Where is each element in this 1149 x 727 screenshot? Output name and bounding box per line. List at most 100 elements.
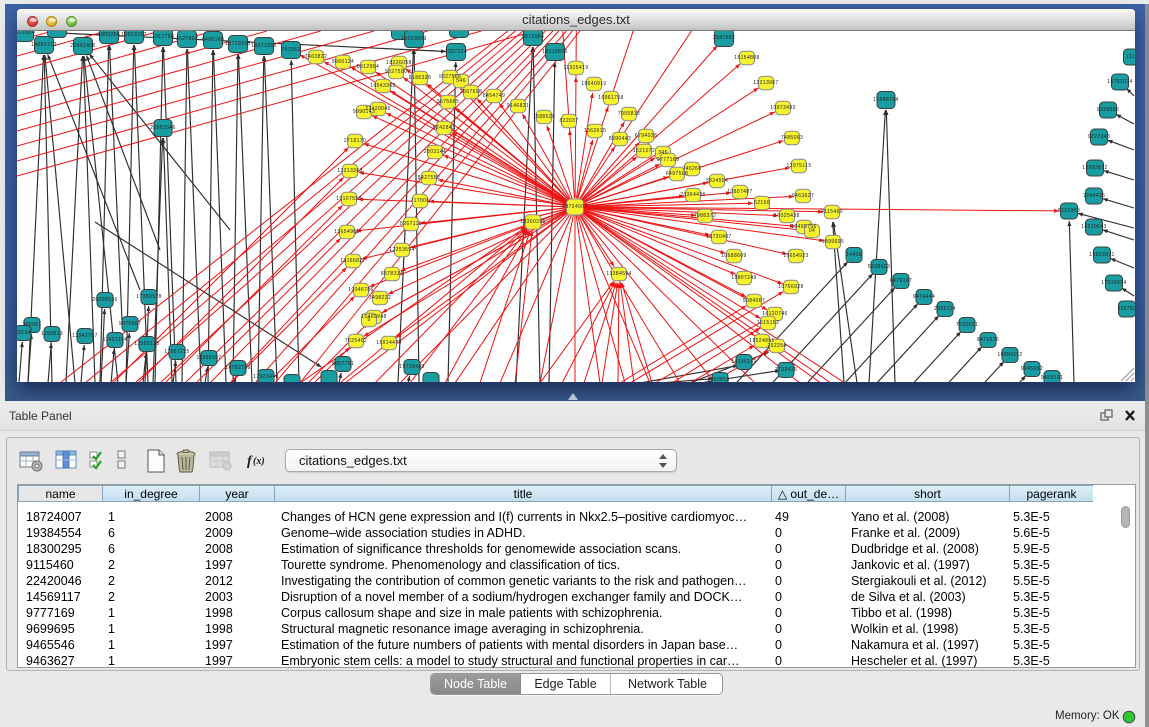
svg-text:17957225: 17957225 — [164, 349, 189, 355]
svg-text:19654905: 19654905 — [334, 229, 359, 235]
svg-text:9857791: 9857791 — [332, 361, 354, 367]
svg-text:20206536: 20206536 — [92, 297, 117, 303]
svg-text:18226058: 18226058 — [386, 60, 411, 66]
svg-text:8878334: 8878334 — [381, 271, 403, 277]
svg-text:19654923: 19654923 — [783, 253, 808, 259]
svg-text:7357224: 7357224 — [445, 49, 467, 55]
svg-text:116753: 116753 — [1118, 306, 1135, 312]
svg-text:16154808: 16154808 — [734, 55, 759, 61]
svg-text:10654112: 10654112 — [997, 352, 1022, 358]
svg-text:10756928: 10756928 — [778, 284, 803, 290]
svg-text:16782759: 16782759 — [225, 365, 250, 371]
svg-text:16033809: 16033809 — [401, 36, 426, 42]
svg-text:14136141: 14136141 — [731, 359, 756, 365]
svg-text:9227343: 9227343 — [1088, 134, 1110, 140]
svg-text:16543362: 16543362 — [370, 83, 395, 89]
svg-text:3824554: 3824554 — [706, 178, 728, 184]
svg-text:3675685: 3675685 — [437, 99, 459, 105]
svg-text:10688609: 10688609 — [721, 253, 746, 259]
svg-text:6466160: 6466160 — [202, 37, 224, 43]
svg-text:11325419: 11325419 — [563, 65, 588, 71]
svg-text:15409948: 15409948 — [361, 314, 386, 320]
svg-text:1156819: 1156819 — [41, 331, 63, 337]
svg-text:16671355: 16671355 — [251, 43, 276, 49]
svg-text:1733426: 1733426 — [775, 367, 797, 373]
svg-text:7986372: 7986372 — [694, 213, 716, 219]
svg-text:9084067: 9084067 — [743, 298, 765, 304]
svg-text:9975867: 9975867 — [119, 321, 141, 327]
svg-text:8990443: 8990443 — [609, 136, 631, 142]
svg-text:19166827: 19166827 — [340, 258, 365, 264]
svg-text:9245652: 9245652 — [1021, 366, 1043, 372]
svg-text:6497568: 6497568 — [666, 171, 688, 177]
svg-text:9474444: 9474444 — [913, 294, 935, 300]
svg-text:12213363: 12213363 — [337, 168, 362, 174]
svg-text:16648784: 16648784 — [873, 97, 898, 103]
svg-text:7632621: 7632621 — [956, 322, 978, 328]
svg-text:950816: 950816 — [710, 377, 729, 382]
svg-text:20953346: 20953346 — [150, 125, 175, 131]
svg-text:2718170: 2718170 — [344, 138, 366, 144]
svg-text:18300295: 18300295 — [520, 219, 545, 225]
svg-text:11451194: 11451194 — [103, 337, 128, 343]
svg-text:12505135: 12505135 — [134, 341, 159, 347]
svg-text:9: 9 — [367, 317, 370, 323]
svg-text:7485063: 7485063 — [781, 135, 803, 141]
svg-text:12213967: 12213967 — [753, 80, 778, 86]
svg-text:1317798: 1317798 — [152, 34, 174, 40]
svg-text:546: 546 — [456, 78, 466, 84]
svg-text:17016504: 17016504 — [1101, 280, 1126, 286]
svg-text:16107553: 16107553 — [336, 196, 361, 202]
svg-text:1805256: 1805256 — [98, 32, 120, 38]
svg-text:9899695: 9899695 — [822, 239, 844, 245]
svg-text:18807249: 18807249 — [731, 275, 756, 281]
svg-text:7625402: 7625402 — [345, 338, 367, 344]
svg-text:15751074: 15751074 — [1107, 79, 1132, 85]
svg-text:3498222: 3498222 — [369, 295, 391, 301]
svg-text:9329966: 9329966 — [1097, 107, 1119, 113]
svg-text:7463822: 7463822 — [305, 54, 327, 60]
svg-text:8267110: 8267110 — [400, 221, 422, 227]
svg-text:19218506: 19218506 — [542, 49, 567, 55]
svg-text:10653267: 10653267 — [121, 32, 146, 38]
svg-text:1362615: 1362615 — [584, 128, 606, 134]
svg-text:385061: 385061 — [22, 322, 41, 328]
svg-text:8186328: 8186328 — [409, 75, 431, 81]
svg-text:20364436: 20364436 — [680, 192, 705, 198]
svg-text:15716485: 15716485 — [399, 364, 424, 370]
svg-text:9327500: 9327500 — [385, 69, 407, 75]
svg-text:14055712: 14055712 — [31, 42, 56, 48]
svg-text:8813054: 8813054 — [522, 34, 544, 40]
svg-text:6794028: 6794028 — [635, 133, 657, 139]
svg-text:6479197: 6479197 — [890, 278, 912, 284]
svg-text:1527602: 1527602 — [176, 36, 198, 42]
svg-text:9115460: 9115460 — [821, 209, 843, 215]
svg-text:18724007: 18724007 — [562, 204, 587, 210]
svg-text:11958187: 11958187 — [196, 355, 221, 361]
svg-text:2667608: 2667608 — [460, 89, 482, 95]
svg-text:15692971: 15692971 — [1089, 252, 1114, 258]
svg-text:1588520: 1588520 — [533, 114, 555, 120]
svg-text:16961758: 16961758 — [598, 95, 623, 101]
svg-text:1621072: 1621072 — [633, 148, 655, 154]
svg-text:5938923: 5938923 — [868, 264, 890, 270]
svg-text:10719155: 10719155 — [225, 41, 250, 47]
svg-text:8471676: 8471676 — [977, 337, 999, 343]
svg-text:345: 345 — [658, 150, 668, 156]
svg-text:9459101: 9459101 — [1041, 375, 1063, 381]
svg-text:39134: 39134 — [17, 330, 31, 336]
svg-text:2687682: 2687682 — [713, 35, 735, 41]
svg-text:22420046: 22420046 — [365, 106, 390, 112]
svg-text:17359928: 17359928 — [136, 294, 161, 300]
svg-text:12942757: 12942757 — [72, 333, 97, 339]
svg-text:12975115: 12975115 — [786, 163, 811, 169]
svg-text:(x): (x) — [253, 456, 265, 467]
svg-text:12353594: 12353594 — [389, 247, 414, 253]
svg-text:9146821: 9146821 — [507, 103, 529, 109]
svg-text:1615152: 1615152 — [757, 320, 779, 326]
svg-text:7955812: 7955812 — [618, 111, 640, 117]
svg-text:10046786: 10046786 — [348, 287, 373, 293]
svg-text:9777169: 9777169 — [657, 157, 679, 163]
svg-text:8912954: 8912954 — [357, 64, 379, 70]
svg-text:18640910: 18640910 — [581, 81, 606, 87]
